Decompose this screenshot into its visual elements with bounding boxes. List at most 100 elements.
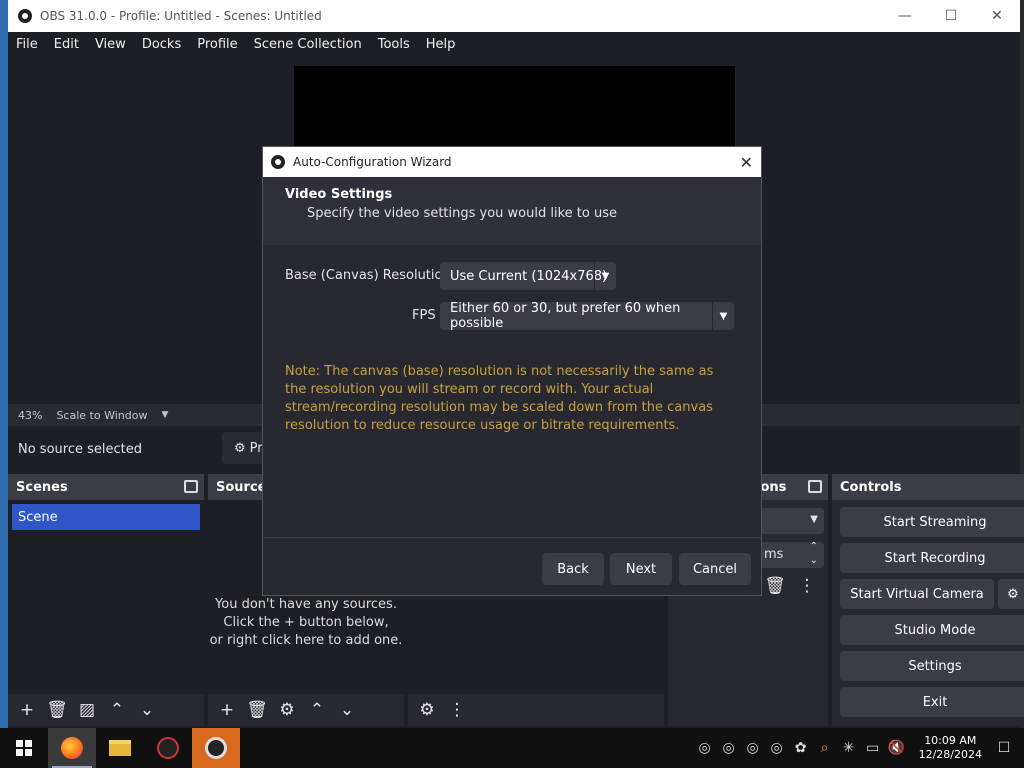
arrow-up-icon[interactable]: ⌃	[304, 698, 330, 722]
chevron-down-icon: ▼	[810, 514, 818, 525]
controls-title: Controls	[840, 479, 902, 495]
obs-logo-icon	[205, 737, 227, 759]
audio-mixer-toolbar: ⚙ ⋮	[408, 694, 664, 726]
display-tray-icon[interactable]: ▭	[863, 740, 883, 756]
filter-icon[interactable]: ▨	[74, 698, 100, 722]
menu-profile[interactable]: Profile	[189, 37, 245, 52]
volume-muted-icon[interactable]: 🔇	[887, 740, 907, 756]
obs-logo-icon	[18, 9, 32, 23]
resolution-select[interactable]: Use Current (1024x768) ▼	[440, 262, 616, 290]
taskbar-clock[interactable]: 10:09 AM 12/28/2024	[919, 734, 982, 762]
duration-unit: ms	[764, 547, 784, 562]
stepper-icon[interactable]: ⌃ ⌄	[810, 540, 818, 568]
windows-taskbar: ◎ ◎ ◎ ◎ ✿ ⌕ ✳ ▭ 🔇 10:09 AM 12/28/2024 ☐	[0, 728, 1024, 768]
exit-button[interactable]: Exit	[840, 687, 1024, 717]
trash-icon[interactable]: 🗑	[44, 698, 70, 722]
maximize-icon[interactable]: ☐	[928, 0, 974, 32]
scenes-list[interactable]: Scene	[8, 500, 204, 694]
duration-spinbox[interactable]: ms ⌃ ⌄	[760, 540, 824, 568]
empty-line-1: You don't have any sources.	[215, 597, 397, 612]
add-scene-icon[interactable]: +	[14, 698, 40, 722]
start-virtual-camera-button[interactable]: Start Virtual Camera	[840, 579, 994, 609]
add-source-icon[interactable]: +	[214, 698, 240, 722]
source-status: No source selected	[18, 441, 142, 457]
menu-tools[interactable]: Tools	[370, 37, 418, 52]
scenes-dock: Scenes Scene + 🗑 ▨ ⌃ ⌄	[8, 474, 204, 726]
studio-mode-button[interactable]: Studio Mode	[840, 615, 1024, 645]
gear-icon[interactable]: ⚙	[274, 698, 300, 722]
resolution-label: Base (Canvas) Resolution	[285, 268, 451, 283]
firefox-icon	[61, 737, 83, 759]
float-dock-icon[interactable]	[808, 480, 822, 493]
search-tray-icon[interactable]: ⌕	[815, 740, 835, 756]
cancel-button[interactable]: Cancel	[679, 553, 751, 585]
auto-config-wizard-dialog: Auto-Configuration Wizard ✕ Video Settin…	[262, 146, 762, 596]
back-button[interactable]: Back	[542, 553, 604, 585]
notification-icon[interactable]: ☐	[994, 740, 1014, 756]
scene-item[interactable]: Scene	[12, 504, 200, 530]
next-button[interactable]: Next	[610, 553, 672, 585]
dialog-separator	[263, 537, 761, 538]
taskbar-app[interactable]	[144, 728, 192, 768]
sources-toolbar: + 🗑 ⚙ ⌃ ⌄	[208, 694, 404, 726]
menu-bar: File Edit View Docks Profile Scene Colle…	[8, 32, 1020, 56]
arrow-down-icon[interactable]: ⌄	[134, 698, 160, 722]
gear-icon[interactable]: ⚙	[414, 698, 440, 722]
obs-tray-icon[interactable]: ◎	[767, 740, 787, 756]
obs-tray-icon[interactable]: ◎	[743, 740, 763, 756]
system-tray: ◎ ◎ ◎ ◎ ✿ ⌕ ✳ ▭ 🔇 10:09 AM 12/28/2024 ☐	[695, 728, 1024, 768]
dialog-title-bar: Auto-Configuration Wizard ✕	[263, 147, 761, 177]
trash-icon[interactable]: 🗑	[762, 574, 788, 598]
start-recording-button[interactable]: Start Recording	[840, 543, 1024, 573]
menu-scene-collection[interactable]: Scene Collection	[246, 37, 370, 52]
gear-icon: ⚙	[1007, 586, 1019, 602]
window-controls: — ☐ ✕	[882, 0, 1020, 32]
folder-icon	[109, 740, 131, 756]
clock-time: 10:09 AM	[924, 734, 977, 747]
fps-label: FPS	[412, 308, 436, 323]
empty-line-3: or right click here to add one.	[209, 633, 403, 648]
taskbar-firefox[interactable]	[48, 728, 96, 768]
taskbar-obs[interactable]	[192, 728, 240, 768]
menu-help[interactable]: Help	[418, 37, 464, 52]
resolution-note: Note: The canvas (base) resolution is no…	[285, 364, 714, 433]
close-icon[interactable]: ✕	[740, 153, 753, 172]
chevron-down-icon[interactable]: ▼	[161, 410, 168, 420]
menu-docks[interactable]: Docks	[134, 37, 189, 52]
obs-tray-icon[interactable]: ◎	[719, 740, 739, 756]
network-tray-icon[interactable]: ✳	[839, 740, 859, 756]
scenes-toolbar: + 🗑 ▨ ⌃ ⌄	[8, 694, 204, 726]
start-streaming-button[interactable]: Start Streaming	[840, 507, 1024, 537]
preview-canvas[interactable]	[294, 66, 735, 148]
chevron-down-icon: ▼	[712, 302, 734, 330]
window-title: OBS 31.0.0 - Profile: Untitled - Scenes:…	[40, 9, 322, 23]
sources-title: Source	[216, 479, 267, 495]
settings-button[interactable]: Settings	[840, 651, 1024, 681]
arrow-up-icon[interactable]: ⌃	[104, 698, 130, 722]
menu-view[interactable]: View	[87, 37, 134, 52]
more-icon[interactable]: ⋮	[794, 574, 820, 598]
desktop-edge	[0, 0, 8, 728]
properties-label: Pr	[249, 440, 263, 456]
virtual-camera-settings-button[interactable]: ⚙	[998, 579, 1024, 609]
obs-tray-icon[interactable]: ◎	[695, 740, 715, 756]
taskbar-file-explorer[interactable]	[96, 728, 144, 768]
minimize-icon[interactable]: —	[882, 0, 928, 32]
scene-item-label: Scene	[18, 509, 58, 525]
menu-edit[interactable]: Edit	[46, 37, 87, 52]
trash-icon[interactable]: 🗑	[244, 698, 270, 722]
scale-mode[interactable]: Scale to Window	[56, 409, 147, 422]
close-icon[interactable]: ✕	[974, 0, 1020, 32]
more-icon[interactable]: ⋮	[444, 698, 470, 722]
gear-icon: ⚙	[234, 440, 246, 456]
start-button[interactable]	[0, 728, 48, 768]
app-tray-icon[interactable]: ✿	[791, 740, 811, 756]
float-dock-icon[interactable]	[184, 480, 198, 493]
menu-file[interactable]: File	[8, 37, 46, 52]
windows-logo-icon	[16, 740, 32, 756]
dialog-heading: Video Settings	[285, 187, 393, 202]
transition-select[interactable]: ▼	[760, 508, 824, 534]
arrow-down-icon[interactable]: ⌄	[334, 698, 360, 722]
fps-select[interactable]: Either 60 or 30, but prefer 60 when poss…	[440, 301, 734, 331]
dialog-header: Video Settings Specify the video setting…	[263, 177, 761, 245]
